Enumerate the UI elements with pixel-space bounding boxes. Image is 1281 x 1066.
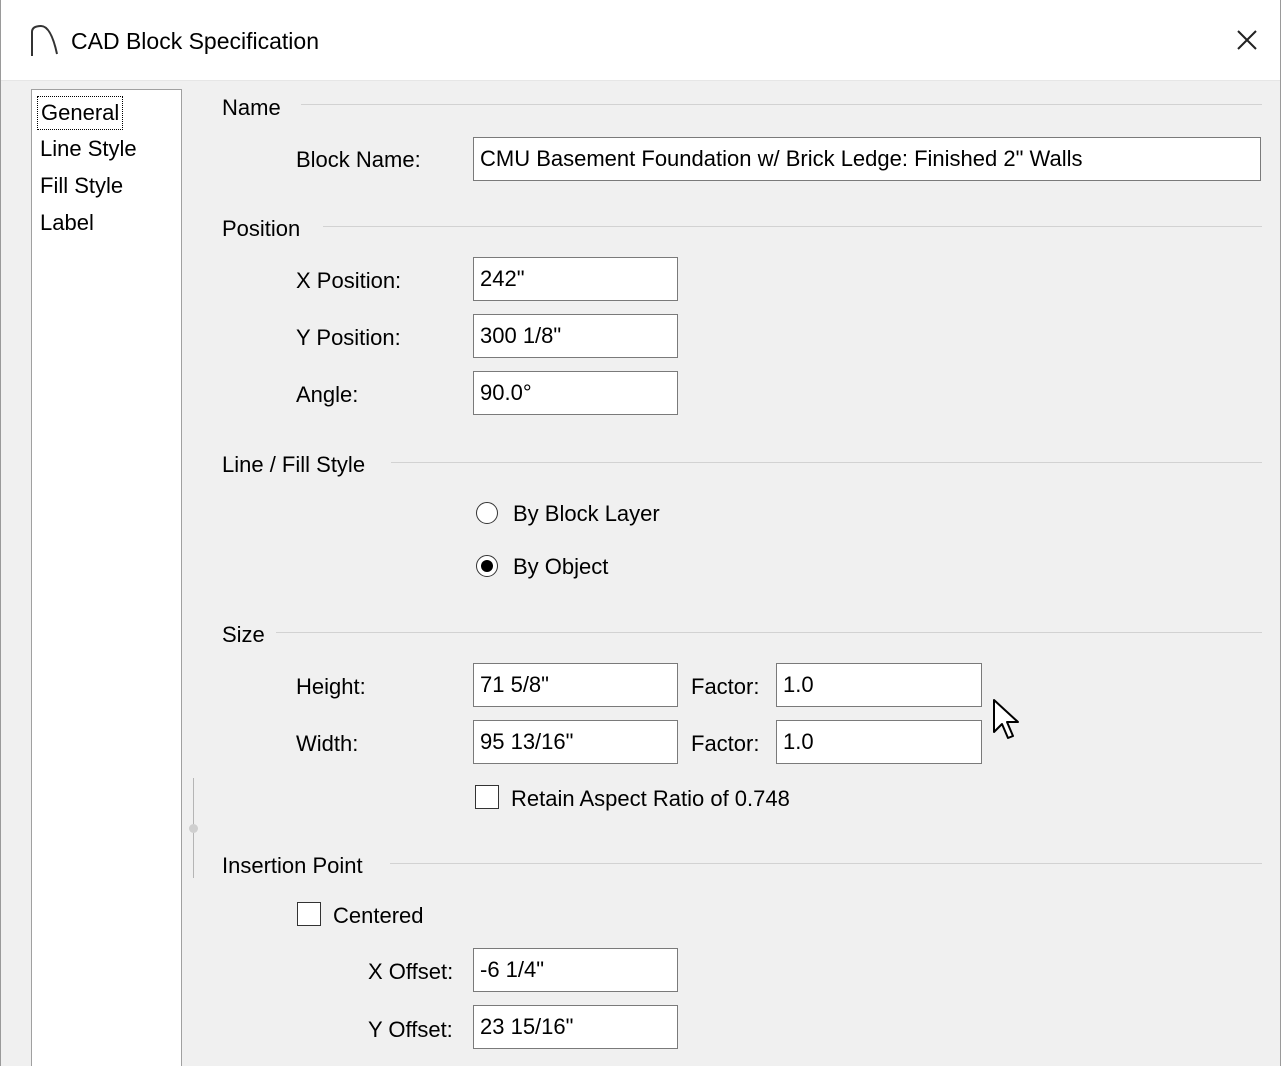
size-section-divider — [276, 632, 1262, 633]
nav-item-line-style[interactable]: Line Style — [37, 133, 140, 165]
name-section-divider — [301, 104, 1262, 105]
width-input[interactable]: 95 13/16" — [473, 720, 678, 764]
y-position-input[interactable]: 300 1/8" — [473, 314, 678, 358]
block-name-label: Block Name: — [296, 147, 421, 172]
window-title: CAD Block Specification — [71, 28, 319, 54]
size-section-title: Size — [222, 622, 265, 647]
nav-item-label[interactable]: Label — [37, 207, 97, 239]
retain-aspect-checkbox[interactable] — [475, 785, 499, 809]
width-label: Width: — [296, 731, 359, 756]
width-factor-input[interactable]: 1.0 — [776, 720, 982, 764]
nav-item-general[interactable]: General — [37, 96, 124, 130]
x-offset-label: X Offset: — [368, 959, 454, 984]
cad-block-icon — [31, 24, 58, 56]
centered-checkbox[interactable] — [297, 902, 321, 926]
close-button[interactable] — [1227, 20, 1267, 60]
angle-input[interactable]: 90.0° — [473, 371, 678, 415]
splitter-grip[interactable] — [189, 824, 198, 833]
title-bar: CAD Block Specification — [1, 0, 1280, 81]
line-fill-section-divider — [391, 462, 1262, 463]
radio-selected-dot — [481, 560, 493, 572]
y-offset-input[interactable]: 23 15/16" — [473, 1005, 678, 1049]
height-factor-label: Factor: — [691, 674, 760, 699]
angle-label: Angle: — [296, 382, 359, 407]
position-section-title: Position — [222, 216, 301, 241]
by-block-layer-label[interactable]: By Block Layer — [513, 500, 660, 528]
mouse-cursor-icon — [993, 699, 1019, 739]
line-fill-section-title: Line / Fill Style — [222, 452, 366, 477]
centered-label[interactable]: Centered — [333, 902, 424, 930]
x-position-label: X Position: — [296, 268, 402, 293]
dialog-window: CAD Block Specification General Line Sty… — [0, 0, 1281, 1066]
insertion-section-title: Insertion Point — [222, 853, 363, 878]
height-label: Height: — [296, 674, 366, 699]
y-position-label: Y Position: — [296, 325, 401, 350]
y-offset-label: Y Offset: — [368, 1017, 453, 1042]
width-factor-label: Factor: — [691, 731, 760, 756]
height-input[interactable]: 71 5/8" — [473, 663, 678, 707]
by-object-radio[interactable] — [476, 555, 498, 577]
x-offset-input[interactable]: -6 1/4" — [473, 948, 678, 992]
nav-item-fill-style[interactable]: Fill Style — [37, 170, 126, 202]
insertion-section-divider — [390, 863, 1262, 864]
x-position-input[interactable]: 242" — [473, 257, 678, 301]
name-section-title: Name — [222, 95, 281, 120]
height-factor-input[interactable]: 1.0 — [776, 663, 982, 707]
retain-aspect-label[interactable]: Retain Aspect Ratio of 0.748 — [511, 785, 790, 813]
block-name-input[interactable]: CMU Basement Foundation w/ Brick Ledge: … — [473, 137, 1261, 181]
by-object-label[interactable]: By Object — [513, 553, 608, 581]
position-section-divider — [323, 226, 1262, 227]
close-icon — [1237, 30, 1257, 50]
by-block-layer-radio[interactable] — [476, 502, 498, 524]
category-list: General Line Style Fill Style Label — [31, 89, 182, 1066]
